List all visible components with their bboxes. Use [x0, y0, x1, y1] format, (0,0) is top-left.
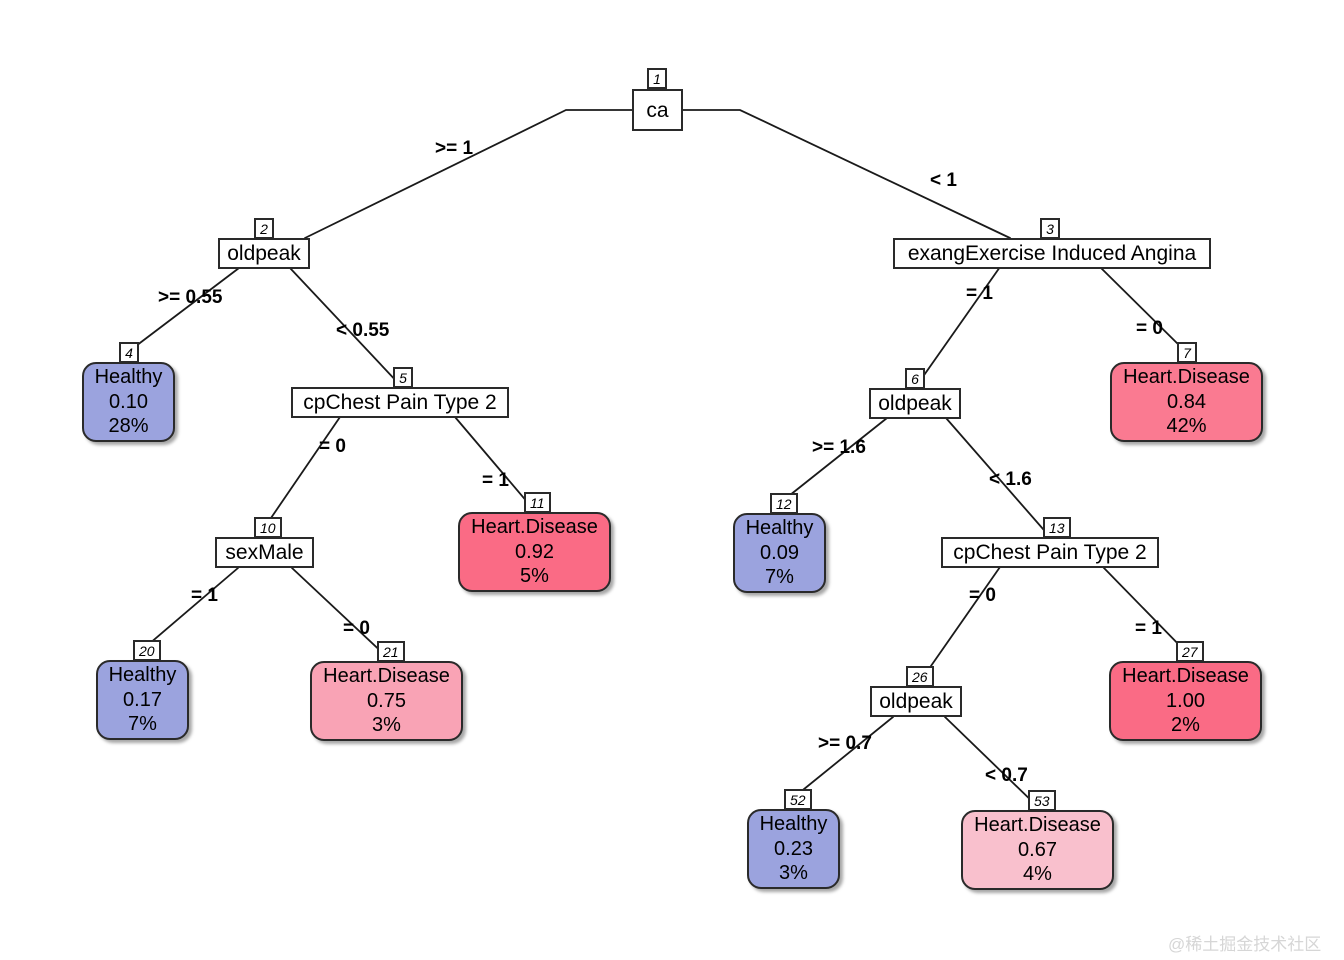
node-tag-3: 3 [1040, 218, 1060, 239]
leaf-percentage: 3% [779, 862, 808, 885]
leaf-class-label: Healthy [94, 366, 163, 389]
leaf-probability: 0.92 [515, 540, 554, 563]
leaf-node-12[interactable]: Healthy 0.09 7% [733, 513, 826, 593]
leaf-probability: 1.00 [1166, 689, 1205, 712]
tree-edges [127, 109, 1187, 809]
leaf-probability: 0.84 [1167, 390, 1206, 413]
leaf-node-7[interactable]: Heart.Disease 0.84 42% [1110, 362, 1263, 442]
edge-10-21 [291, 567, 389, 659]
split-node-oldpeak-2[interactable]: oldpeak [218, 238, 310, 269]
leaf-node-4[interactable]: Healthy 0.10 28% [82, 362, 175, 442]
leaf-percentage: 3% [372, 714, 401, 737]
leaf-node-53[interactable]: Heart.Disease 0.67 4% [961, 810, 1114, 890]
node-tag-5: 5 [393, 367, 413, 388]
edge-label-2-right: < 0.55 [336, 320, 390, 341]
split-node-label: oldpeak [227, 242, 301, 265]
edge-10-20 [141, 567, 239, 651]
leaf-class-label: Heart.Disease [1122, 665, 1249, 688]
edge-5-11 [454, 416, 535, 511]
edge-6-12 [779, 417, 888, 504]
leaf-probability: 0.09 [760, 541, 799, 564]
node-tag-13: 13 [1043, 517, 1071, 538]
split-node-label: oldpeak [879, 690, 953, 713]
node-tag-21: 21 [377, 641, 405, 662]
node-tag-12: 12 [770, 493, 798, 514]
node-tag-52: 52 [784, 789, 812, 810]
decision-tree-diagram: 1 ca >= 1 < 1 2 oldpeak >= 0.55 < 0.55 3… [0, 0, 1344, 960]
leaf-class-label: Heart.Disease [974, 814, 1101, 837]
edge-26-52 [792, 716, 894, 799]
node-tag-2: 2 [254, 218, 274, 239]
node-tag-7: 7 [1177, 342, 1197, 363]
leaf-percentage: 4% [1023, 863, 1052, 886]
edge-label-6-right: < 1.6 [989, 469, 1032, 490]
edge-label-6-left: >= 1.6 [812, 437, 866, 458]
edge-2-4 [127, 267, 240, 353]
split-node-sexmale[interactable]: sexMale [215, 537, 314, 568]
split-node-ca[interactable]: ca [632, 89, 683, 131]
leaf-class-label: Heart.Disease [471, 516, 598, 539]
split-node-oldpeak-6[interactable]: oldpeak [869, 388, 961, 419]
leaf-class-label: Healthy [108, 664, 177, 687]
edge-26-53 [944, 716, 1040, 809]
leaf-probability: 0.75 [367, 689, 406, 712]
split-node-label: sexMale [225, 541, 304, 564]
split-node-label: cpChest Pain Type 2 [953, 541, 1147, 564]
leaf-node-21[interactable]: Heart.Disease 0.75 3% [310, 661, 463, 741]
node-tag-20: 20 [133, 640, 161, 661]
watermark-text: @稀土掘金技术社区 [1168, 935, 1322, 954]
leaf-class-label: Heart.Disease [1123, 366, 1250, 389]
leaf-class-label: Healthy [759, 813, 828, 836]
node-tag-4: 4 [119, 342, 139, 363]
edge-label-26-left: >= 0.7 [818, 733, 872, 754]
node-tag-53: 53 [1028, 790, 1056, 811]
edge-label-3-right: = 0 [1136, 318, 1163, 339]
edge-label-5-right: = 1 [482, 470, 509, 491]
leaf-node-27[interactable]: Heart.Disease 1.00 2% [1109, 661, 1262, 741]
leaf-percentage: 7% [765, 566, 794, 589]
node-tag-6: 6 [905, 368, 925, 389]
split-node-label: cpChest Pain Type 2 [303, 391, 497, 414]
leaf-node-20[interactable]: Healthy 0.17 7% [96, 660, 189, 740]
node-tag-10: 10 [254, 517, 282, 538]
split-node-label: exangExercise Induced Angina [907, 242, 1197, 265]
leaf-probability: 0.10 [109, 390, 148, 413]
node-tag-11: 11 [524, 492, 551, 513]
leaf-probability: 0.17 [123, 688, 162, 711]
split-node-cp-13[interactable]: cpChest Pain Type 2 [941, 537, 1159, 568]
leaf-percentage: 42% [1166, 415, 1207, 438]
leaf-percentage: 28% [108, 415, 149, 438]
node-tag-27: 27 [1176, 641, 1204, 662]
node-tag-1: 1 [647, 68, 667, 89]
leaf-percentage: 5% [520, 565, 549, 588]
leaf-percentage: 2% [1171, 714, 1200, 737]
edge-label-13-right: = 1 [1135, 618, 1162, 639]
split-node-label: oldpeak [878, 392, 952, 415]
edge-label-2-left: >= 0.55 [158, 287, 223, 308]
split-node-cp-5[interactable]: cpChest Pain Type 2 [291, 387, 509, 418]
leaf-probability: 0.67 [1018, 838, 1057, 861]
split-node-oldpeak-26[interactable]: oldpeak [870, 686, 962, 717]
node-tag-26: 26 [906, 666, 934, 687]
leaf-class-label: Heart.Disease [323, 665, 450, 688]
split-node-label: ca [646, 98, 669, 122]
edge-label-10-right: = 0 [343, 618, 370, 639]
edge-1-2 [304, 109, 633, 239]
edge-label-3-left: = 1 [966, 283, 993, 304]
edge-label-26-right: < 0.7 [985, 765, 1028, 786]
edge-label-5-left: = 0 [319, 436, 346, 457]
split-node-exang[interactable]: exangExercise Induced Angina [893, 238, 1211, 269]
leaf-percentage: 7% [128, 713, 157, 736]
leaf-node-11[interactable]: Heart.Disease 0.92 5% [458, 512, 611, 592]
leaf-node-52[interactable]: Healthy 0.23 3% [747, 809, 840, 889]
leaf-class-label: Healthy [745, 517, 814, 540]
edge-label-1-right: < 1 [930, 170, 957, 191]
edge-label-10-left: = 1 [191, 585, 218, 606]
edge-label-13-left: = 0 [969, 585, 996, 606]
edge-1-3 [682, 109, 1011, 239]
edge-label-1-left: >= 1 [435, 138, 474, 159]
leaf-probability: 0.23 [774, 837, 813, 860]
